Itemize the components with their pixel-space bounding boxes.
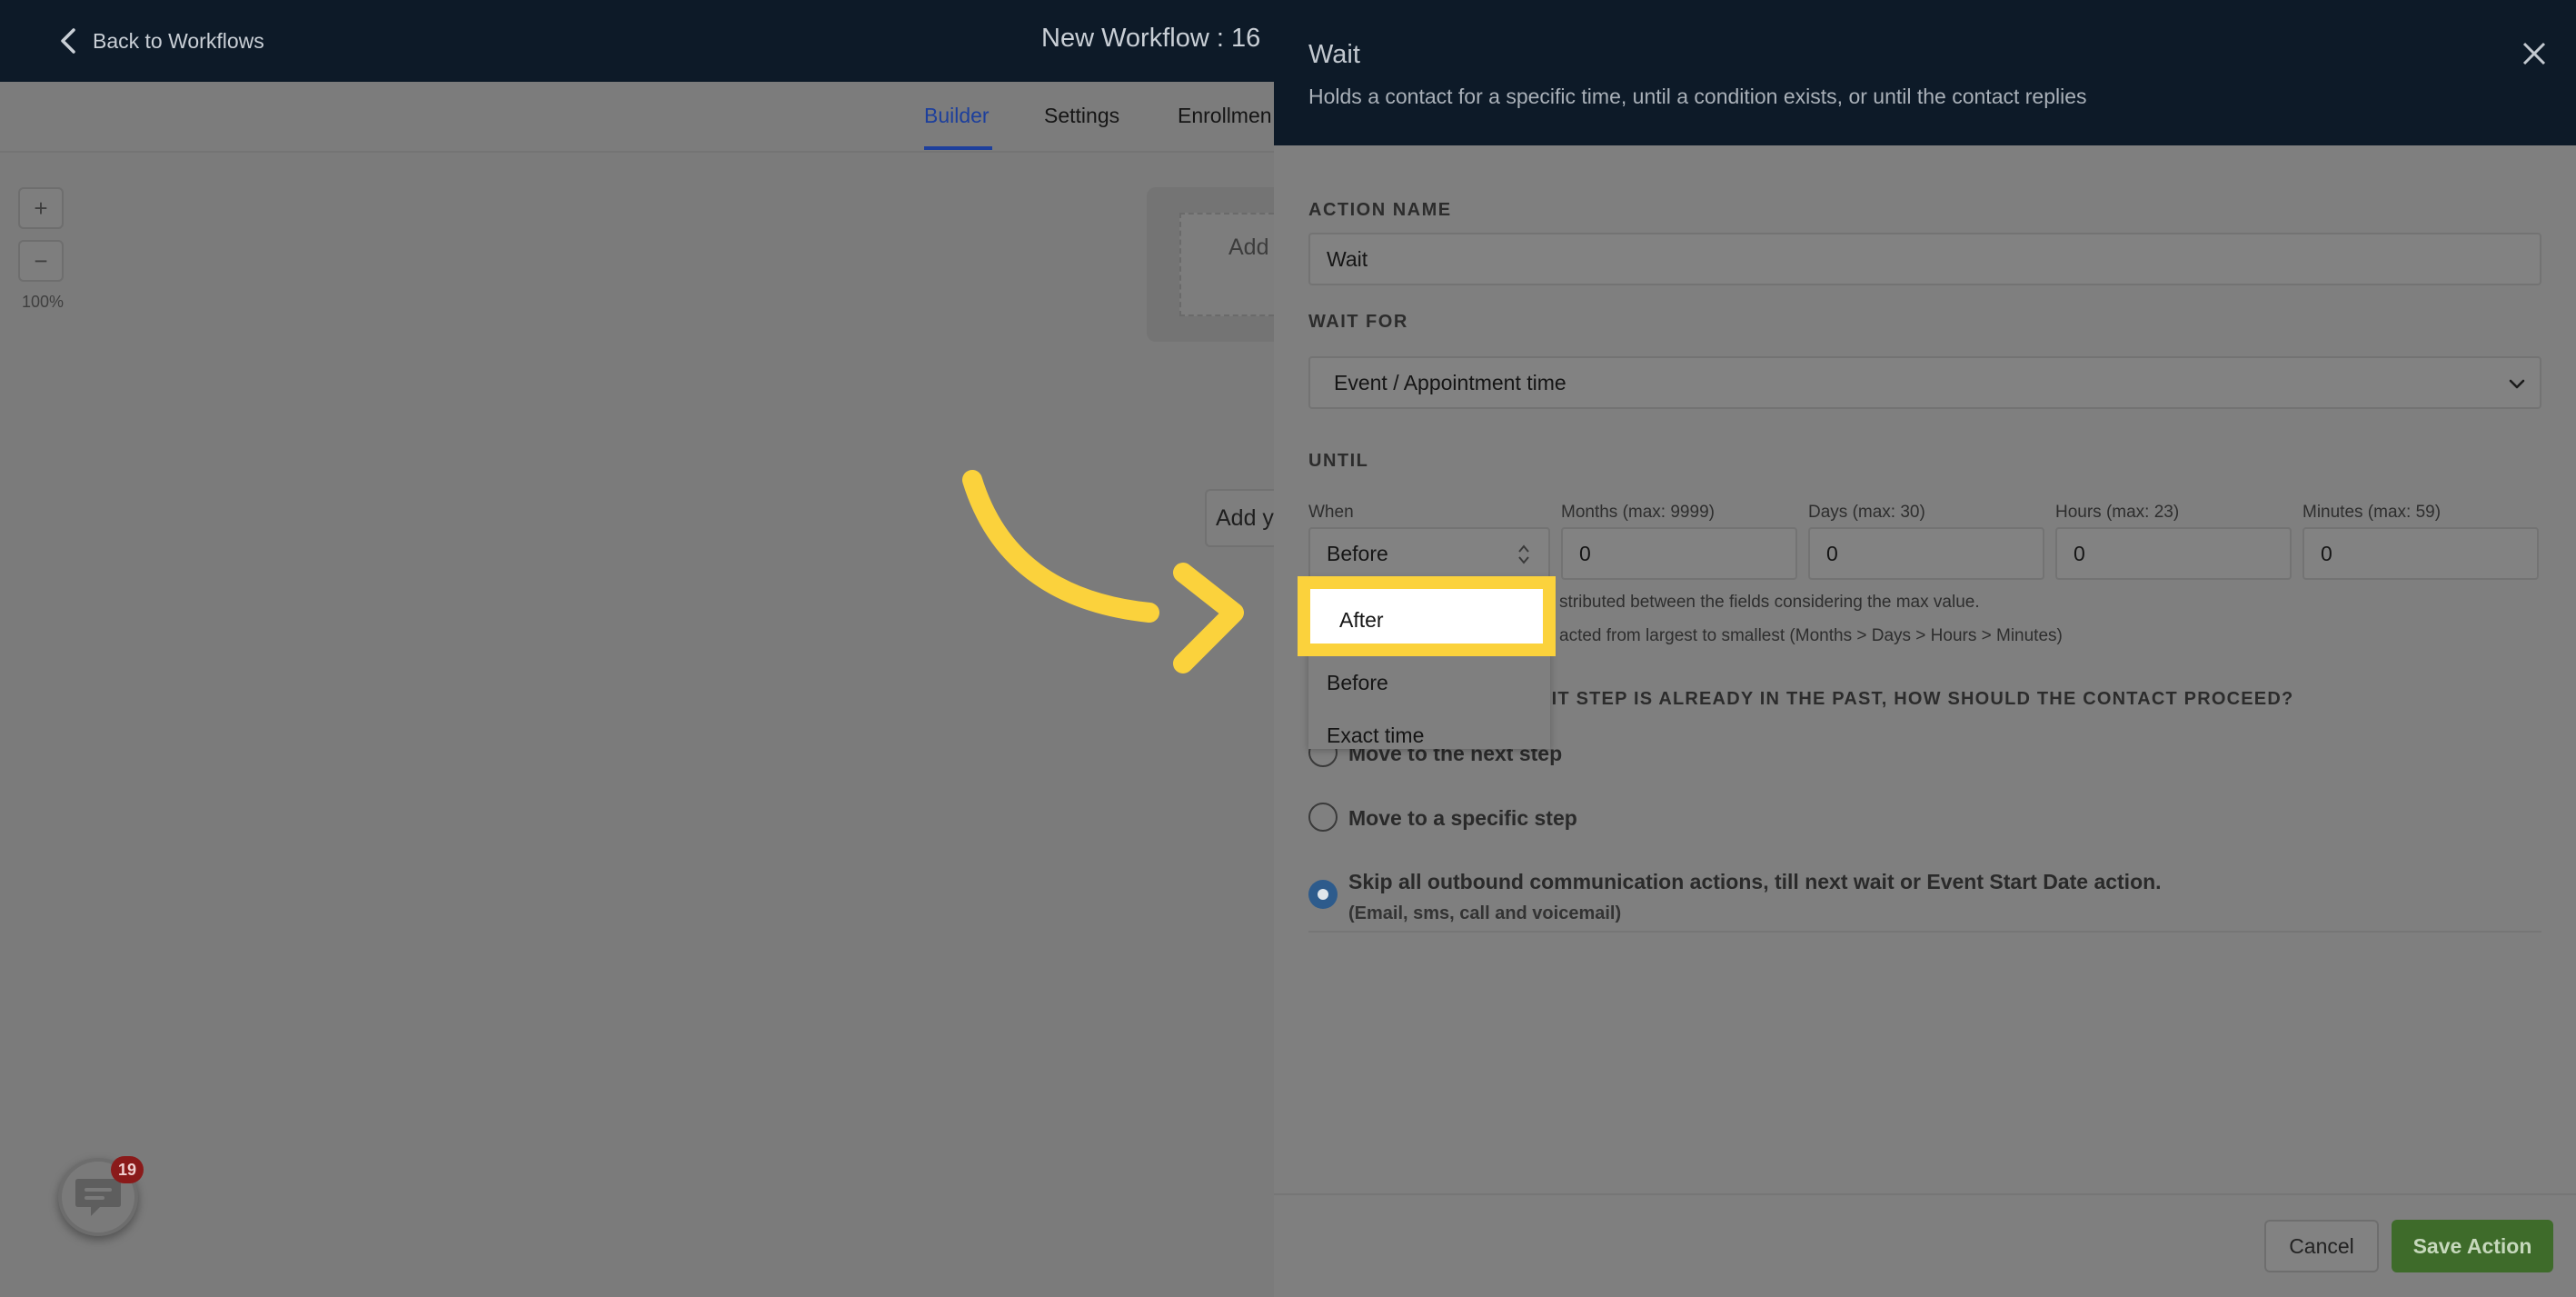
- footer-divider: [1274, 1193, 2576, 1195]
- notification-badge: 19: [111, 1156, 144, 1183]
- wait-for-label: WAIT FOR: [1308, 312, 1408, 332]
- hours-input[interactable]: 0: [2055, 527, 2292, 580]
- radio-skip-outbound-label[interactable]: Skip all outbound communication actions,…: [1348, 870, 2162, 894]
- save-action-button[interactable]: Save Action: [2392, 1220, 2553, 1272]
- workflow-canvas[interactable]: [0, 153, 1274, 1297]
- when-value: Before: [1327, 541, 1388, 565]
- tab-enrollment[interactable]: Enrollmen: [1178, 104, 1272, 128]
- months-input[interactable]: 0: [1561, 527, 1797, 580]
- radio-specific-step[interactable]: [1308, 803, 1338, 832]
- tab-builder[interactable]: Builder: [924, 104, 990, 128]
- when-select[interactable]: Before: [1308, 527, 1550, 580]
- action-name-input[interactable]: Wait: [1308, 233, 2541, 285]
- sort-arrows-icon: [1518, 544, 1529, 564]
- trigger-node-text: Add: [1228, 234, 1269, 260]
- back-to-workflows-link[interactable]: Back to Workflows: [58, 27, 264, 55]
- when-label: When: [1308, 503, 1354, 522]
- action-name-label: ACTION NAME: [1308, 200, 1452, 220]
- days-input[interactable]: 0: [1808, 527, 2044, 580]
- chevron-down-icon: [2509, 379, 2525, 389]
- trigger-node-placeholder[interactable]: [1179, 213, 1274, 316]
- minutes-label: Minutes (max: 59): [2302, 503, 2442, 522]
- tabs-bar: Builder Settings Enrollmen: [0, 82, 1274, 153]
- chevron-left-icon: [61, 28, 75, 54]
- radio-specific-step-label[interactable]: Move to a specific step: [1348, 806, 1577, 831]
- back-label: Back to Workflows: [93, 28, 264, 53]
- zoom-level: 100%: [22, 293, 65, 311]
- months-label: Months (max: 9999): [1561, 503, 1715, 522]
- past-step-question: AIT STEP IS ALREADY IN THE PAST, HOW SHO…: [1537, 689, 2294, 709]
- minutes-input[interactable]: 0: [2302, 527, 2539, 580]
- close-icon[interactable]: [2521, 40, 2548, 67]
- zoom-out-button[interactable]: −: [18, 240, 64, 282]
- drawer-header: Wait Holds a contact for a specific time…: [1274, 0, 2576, 145]
- dropdown-option-after-label: After: [1339, 608, 1384, 632]
- zoom-in-button[interactable]: +: [18, 187, 64, 229]
- pointer-arrow-icon: [962, 470, 1244, 673]
- until-label: UNTIL: [1308, 451, 1369, 471]
- wait-for-select[interactable]: Event / Appointment time: [1308, 356, 2541, 409]
- dropdown-option-exact-time[interactable]: Exact time: [1327, 723, 1424, 748]
- dropdown-option-after[interactable]: After: [1298, 576, 1556, 656]
- radio-skip-outbound[interactable]: [1308, 880, 1338, 909]
- order-hint: acted from largest to smallest (Months >…: [1559, 626, 2063, 645]
- drawer-title: Wait: [1308, 40, 1360, 69]
- workflow-title: New Workflow : 16: [1041, 24, 1261, 53]
- active-tab-indicator: [924, 146, 992, 150]
- cancel-button[interactable]: Cancel: [2264, 1220, 2379, 1272]
- distribution-hint: stributed between the fields considering…: [1559, 593, 1980, 612]
- hours-label: Hours (max: 23): [2055, 503, 2180, 522]
- top-bar: Back to Workflows New Workflow : 16: [0, 0, 1274, 82]
- radio-skip-outbound-sublabel: (Email, sms, call and voicemail): [1348, 903, 1622, 923]
- dropdown-option-before[interactable]: Before: [1327, 671, 1388, 695]
- drawer-subtitle: Holds a contact for a specific time, unt…: [1308, 85, 2087, 108]
- tab-settings[interactable]: Settings: [1044, 104, 1119, 128]
- wait-for-value: Event / Appointment time: [1334, 370, 1566, 394]
- days-label: Days (max: 30): [1808, 503, 1925, 522]
